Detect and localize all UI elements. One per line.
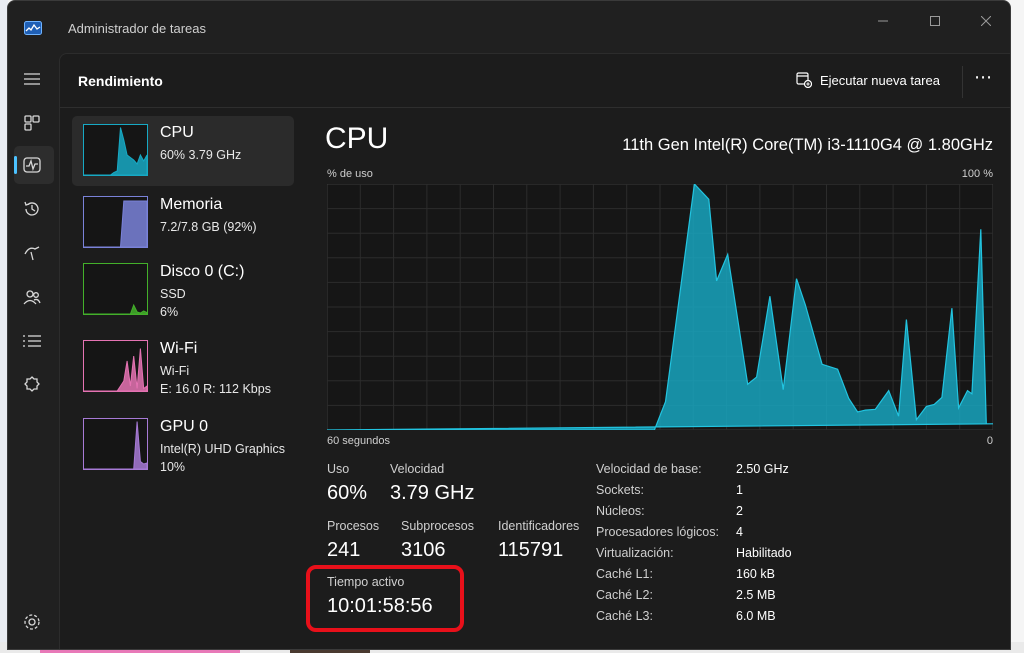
- task-manager-window: Administrador de tareas Rendimiento Ejec…: [7, 0, 1011, 650]
- threads-label: Subprocesos: [401, 519, 474, 533]
- device-detail: 60% 3.79 GHz: [160, 148, 242, 162]
- usage-label: Uso: [327, 462, 350, 476]
- device-detail: SSD: [160, 287, 186, 301]
- x-axis-left-label: 60 segundos: [327, 435, 390, 447]
- speed-label: Velocidad: [390, 462, 445, 476]
- processes-icon[interactable]: [20, 111, 44, 135]
- close-button[interactable]: [963, 11, 1009, 31]
- close-icon: [981, 16, 991, 26]
- device-sparkline: [83, 340, 148, 392]
- device-sparkline: [83, 263, 148, 315]
- sparkline-area: [84, 200, 147, 247]
- processes-label: Procesos: [327, 519, 380, 533]
- device-detail: 6%: [160, 305, 179, 319]
- maximize-button[interactable]: [912, 11, 958, 31]
- spec-label: Velocidad de base:: [596, 462, 702, 476]
- title-bar[interactable]: Administrador de tareas: [8, 1, 1010, 53]
- usage-value: 60%: [327, 482, 368, 504]
- startup-apps-icon[interactable]: [20, 241, 44, 265]
- more-options-button[interactable]: ⋯: [974, 67, 993, 88]
- spec-value: 2.5 MB: [736, 588, 776, 602]
- processes-value: 241: [327, 539, 361, 561]
- cpu-model-name: 11th Gen Intel(R) Core(TM) i3-1110G4 @ 1…: [622, 136, 993, 154]
- device-detail: 7.2/7.8 GB (92%): [160, 220, 257, 234]
- minimize-button[interactable]: [860, 11, 906, 31]
- device-sparkline: [83, 418, 148, 470]
- spec-label: Caché L3:: [596, 609, 653, 623]
- run-new-task-button[interactable]: Ejecutar nueva tarea: [796, 72, 940, 88]
- device-name: Disco 0 (C:): [160, 263, 245, 280]
- sparkline-area: [84, 348, 147, 391]
- menu-icon[interactable]: [20, 67, 44, 91]
- cpu-heading: CPU: [325, 122, 389, 155]
- sparkline-area: [84, 127, 147, 175]
- device-detail: Intel(R) UHD Graphics: [160, 442, 286, 456]
- y-axis-label: % de uso: [327, 168, 373, 180]
- handles-label: Identificadores: [498, 519, 580, 533]
- spec-label: Caché L1:: [596, 567, 653, 581]
- device-detail: E: 16.0 R: 112 Kbps: [160, 382, 271, 396]
- sparkline-area: [84, 303, 147, 314]
- x-axis-right-label: 0: [986, 435, 993, 447]
- spec-value: 4: [736, 525, 743, 539]
- details-icon[interactable]: [20, 329, 44, 353]
- spec-label: Procesadores lógicos:: [596, 525, 719, 539]
- device-sparkline: [83, 196, 148, 248]
- handles-value: 115791: [498, 539, 564, 561]
- performance-pane: Rendimiento Ejecutar nueva tarea ⋯ CPU 60…: [59, 53, 1010, 649]
- spec-value: 1: [736, 483, 743, 497]
- header-divider: [60, 107, 1010, 108]
- device-name: Wi-Fi: [160, 340, 198, 357]
- desktop-background-right: [1010, 0, 1024, 653]
- sparkline-area: [84, 421, 147, 469]
- users-icon[interactable]: [20, 285, 44, 309]
- page-title: Rendimiento: [78, 73, 163, 89]
- device-item[interactable]: GPU 0 Intel(R) UHD Graphics 10%: [72, 410, 294, 480]
- device-name: CPU: [160, 124, 194, 141]
- window-title: Administrador de tareas: [68, 21, 207, 36]
- performance-icon[interactable]: [20, 153, 44, 177]
- device-item[interactable]: Disco 0 (C:) SSD 6%: [72, 255, 294, 325]
- spec-value: 2: [736, 504, 743, 518]
- spec-value: 6.0 MB: [736, 609, 776, 623]
- settings-icon[interactable]: [20, 610, 44, 634]
- device-name: Memoria: [160, 196, 223, 213]
- nav-active-indicator: [14, 156, 17, 174]
- spec-label: Sockets:: [596, 483, 644, 497]
- device-item[interactable]: Memoria 7.2/7.8 GB (92%): [72, 188, 294, 258]
- spec-label: Virtualización:: [596, 546, 674, 560]
- minimize-icon: [878, 20, 888, 22]
- speed-value: 3.79 GHz: [390, 482, 475, 504]
- header-separator: [962, 66, 963, 98]
- device-sparkline: [83, 124, 148, 176]
- cpu-usage-chart: [327, 184, 993, 430]
- device-detail: Wi-Fi: [160, 364, 190, 378]
- app-history-icon[interactable]: [20, 197, 44, 221]
- device-detail: 10%: [160, 460, 186, 474]
- device-item[interactable]: CPU 60% 3.79 GHz: [72, 116, 294, 186]
- task-manager-app-icon: [24, 21, 42, 35]
- device-name: GPU 0: [160, 418, 209, 435]
- spec-label: Caché L2:: [596, 588, 653, 602]
- y-axis-max-label: 100 %: [961, 168, 993, 180]
- run-task-icon: [796, 72, 812, 88]
- spec-label: Núcleos:: [596, 504, 645, 518]
- run-new-task-label: Ejecutar nueva tarea: [820, 72, 940, 88]
- threads-value: 3106: [401, 539, 446, 561]
- uptime-highlight-box: [306, 565, 464, 632]
- services-icon[interactable]: [20, 373, 44, 397]
- device-item[interactable]: Wi-Fi Wi-Fi E: 16.0 R: 112 Kbps: [72, 332, 294, 402]
- maximize-icon: [930, 16, 940, 26]
- spec-value: 2.50 GHz: [736, 462, 789, 476]
- spec-value: 160 kB: [736, 567, 775, 581]
- spec-value: Habilitado: [736, 546, 792, 560]
